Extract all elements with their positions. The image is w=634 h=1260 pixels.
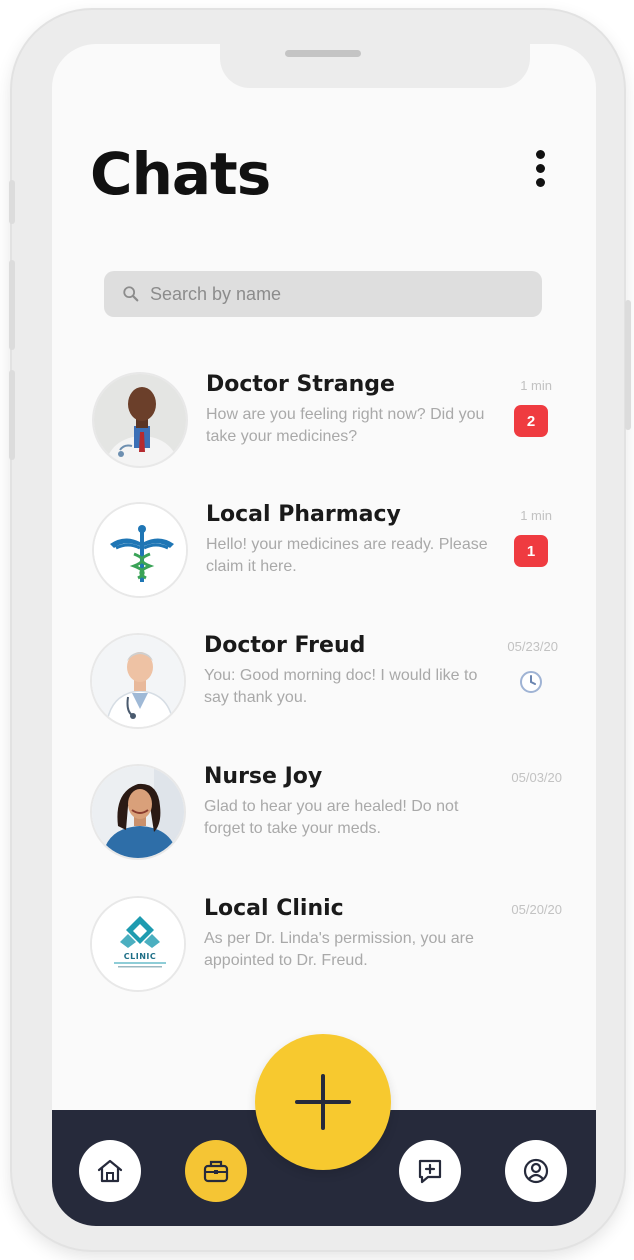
page-title: Chats: [90, 140, 271, 208]
chat-item-doctor-strange[interactable]: Doctor Strange How are you feeling right…: [88, 372, 568, 482]
plus-icon: [295, 1074, 351, 1130]
phone-side-button: [9, 180, 15, 224]
pharmacy-caduceus-logo: [92, 502, 188, 598]
chat-timestamp: 1 min: [520, 378, 552, 393]
chat-message-preview: Glad to hear you are healed! Do not forg…: [204, 798, 459, 837]
chat-timestamp: 05/23/20: [507, 639, 558, 654]
clock-icon: [520, 671, 542, 693]
doctor-avatar: [92, 372, 188, 468]
phone-side-button: [625, 300, 631, 430]
nav-profile-button[interactable]: [505, 1140, 567, 1202]
clinic-logo: CLINIC: [90, 896, 186, 992]
phone-speaker: [285, 50, 361, 57]
home-icon: [97, 1159, 123, 1183]
doctor-avatar: [90, 633, 186, 729]
unread-badge: 2: [514, 405, 548, 437]
nav-new-message-button[interactable]: [399, 1140, 461, 1202]
chat-item-nurse-joy[interactable]: Nurse Joy Glad to hear you are healed! D…: [88, 764, 568, 874]
phone-side-button: [9, 370, 15, 460]
clinic-logo-text: CLINIC: [123, 952, 157, 961]
chat-name: Nurse Joy: [204, 764, 323, 789]
chat-timestamp: 05/03/20: [511, 770, 562, 785]
chat-timestamp: 1 min: [520, 508, 552, 523]
chat-message-preview: As per Dr. Linda's permission, you are a…: [204, 930, 474, 969]
new-chat-fab-button[interactable]: [255, 1034, 391, 1170]
medical-bag-icon: [203, 1160, 229, 1183]
chat-message-preview: How are you feeling right now? Did you t…: [206, 406, 485, 445]
more-vertical-icon[interactable]: [530, 150, 550, 196]
search-bar[interactable]: [104, 271, 542, 317]
chat-message-preview: You: Good morning doc! I would like to s…: [204, 667, 478, 706]
chat-message-preview: Hello! your medicines are ready. Please …: [206, 536, 488, 575]
chat-name: Local Clinic: [204, 896, 344, 921]
chat-item-doctor-freud[interactable]: Doctor Freud You: Good morning doc! I wo…: [88, 633, 568, 743]
chat-name: Doctor Strange: [206, 372, 395, 397]
chat-timestamp: 05/20/20: [511, 902, 562, 917]
profile-icon: [523, 1158, 549, 1184]
search-input[interactable]: [150, 283, 530, 305]
chat-name: Local Pharmacy: [206, 502, 401, 527]
unread-badge: 1: [514, 535, 548, 567]
phone-side-button: [9, 260, 15, 350]
nav-medical-bag-button[interactable]: [185, 1140, 247, 1202]
search-icon: [123, 286, 139, 302]
chat-item-local-clinic[interactable]: CLINIC Local Clinic As per Dr. Linda's p…: [88, 896, 568, 1006]
chat-name: Doctor Freud: [204, 633, 366, 658]
phone-notch: [220, 44, 530, 88]
chat-item-local-pharmacy[interactable]: Local Pharmacy Hello! your medicines are…: [88, 502, 568, 612]
nav-home-button[interactable]: [79, 1140, 141, 1202]
nurse-avatar: [90, 764, 186, 860]
add-message-icon: [418, 1159, 442, 1184]
